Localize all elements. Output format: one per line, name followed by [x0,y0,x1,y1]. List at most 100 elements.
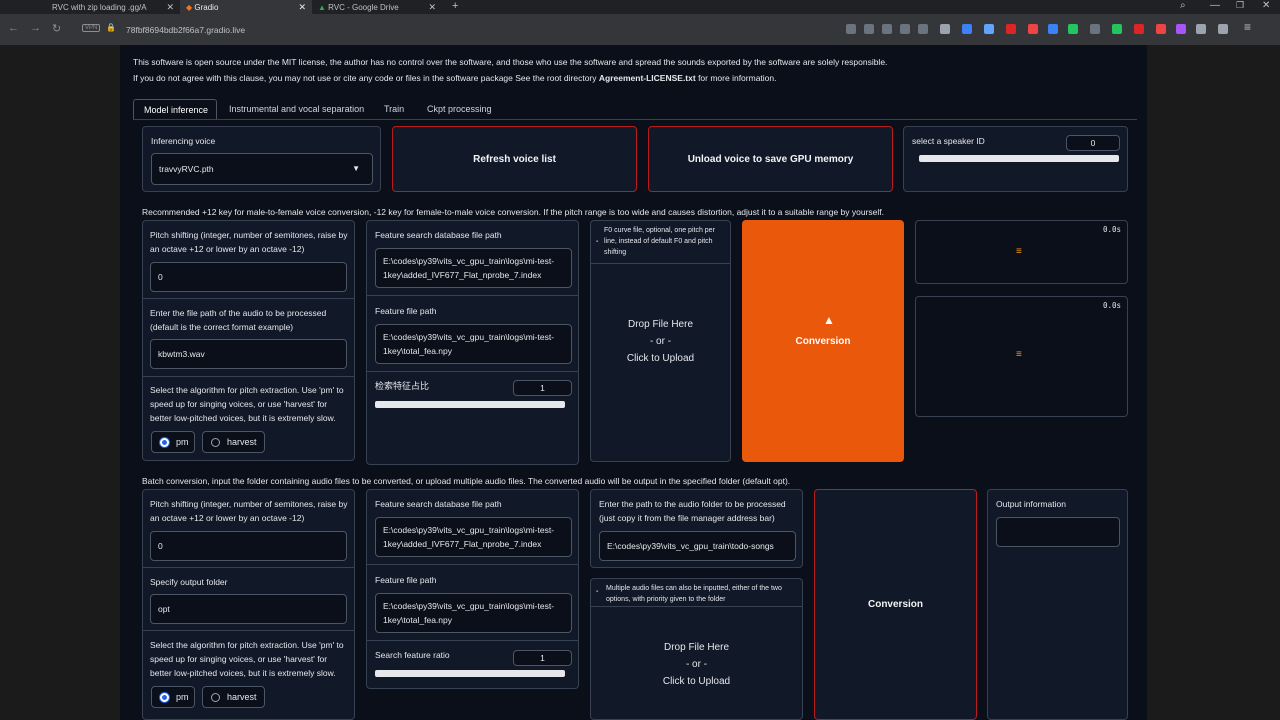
batch-radio-pm[interactable]: pm [151,686,195,708]
output-info-panel: Output information [987,489,1128,720]
share-icon[interactable] [846,24,856,34]
tab-model-inference[interactable]: Model inference [133,99,217,120]
radio-pm[interactable]: pm [151,431,195,453]
close-icon[interactable]: ✕ [298,2,306,13]
out-folder-input[interactable]: opt [150,594,347,624]
browser-tab-drive[interactable]: ▲ RVC - Google Drive ✕ [312,0,442,14]
gradio-app: This software is open source under the M… [120,45,1147,720]
browser-toolbar: ← → ↻ VPN 🔒 78fbf8694bdb2f66a7.gradio.li… [0,14,1280,45]
extension-icon[interactable] [1112,24,1122,34]
f0-dropzone[interactable]: Drop File Here - or - Click to Upload [591,316,730,367]
browser-tab-rvc-zip[interactable]: RVC with zip loading .gg/A ✕ [46,0,180,14]
ratio-number-input[interactable]: 1 [513,380,572,396]
unload-voice-button[interactable]: Unload voice to save GPU memory [648,126,893,192]
batch-index-input[interactable]: E:\codes\py39\vits_vc_gpu_train\logs\mi-… [375,517,572,557]
divider [143,376,354,377]
divider [143,298,354,299]
profile-icon[interactable] [1218,24,1228,34]
batch-pitch-input[interactable]: 0 [150,531,347,561]
speaker-number-input[interactable]: 0 [1066,135,1120,151]
extension-icon[interactable] [984,24,994,34]
search-tabs-icon[interactable]: ⌕ [1180,0,1186,11]
divider [367,295,578,296]
batch-ratio-slider[interactable] [375,670,565,677]
radio-harvest[interactable]: harvest [202,431,265,453]
divider [367,564,578,565]
radio-label: harvest [227,437,257,447]
send-icon[interactable] [900,24,910,34]
output-audio-2[interactable]: 0.0s ≡ [915,296,1128,417]
convert-button[interactable]: Conversion [742,220,904,462]
audio-path-input[interactable]: kbwtm3.wav [150,339,347,369]
batch-feature-input[interactable]: E:\codes\py39\vits_vc_gpu_train\logs\mi-… [375,593,572,633]
heart-icon[interactable] [918,24,928,34]
tab-ckpt-processing[interactable]: Ckpt processing [427,100,492,118]
batch-convert-button[interactable]: Conversion [814,489,977,720]
vpn-icon[interactable]: VPN [82,24,101,32]
f0-upload-panel[interactable]: ▪ F0 curve file, optional, one pitch per… [590,220,731,462]
page-margin-right [1147,45,1280,720]
extension-icon[interactable] [1006,24,1016,34]
voice-dropdown[interactable]: travvyRVC.pth ▼ [151,153,373,185]
batch-ratio-number-input[interactable]: 1 [513,650,572,666]
index-input[interactable]: E:\codes\py39\vits_vc_gpu_train\logs\mi-… [375,248,572,288]
extension-icon[interactable] [1134,24,1144,34]
chevron-down-icon: ▼ [352,164,360,173]
output-audio-1[interactable]: 0.0s ≡ [915,220,1128,284]
menu-icon[interactable]: ≡ [1244,20,1251,34]
output-info-textbox[interactable] [996,517,1120,547]
address-bar[interactable]: 78fbf8694bdb2f66a7.gradio.live [122,21,882,38]
tab-separation[interactable]: Instrumental and vocal separation [229,100,364,118]
download-icon[interactable] [1048,24,1058,34]
output-info-label: Output information [996,499,1066,509]
divider [143,630,354,631]
bookmark-icon[interactable] [882,24,892,34]
batch-algo-label: Select the algorithm for pitch extractio… [150,640,344,678]
feature-input[interactable]: E:\codes\py39\vits_vc_gpu_train\logs\mi-… [375,324,572,364]
extension-icon[interactable] [1028,24,1038,34]
back-icon[interactable]: ← [8,22,19,34]
ratio-slider[interactable] [375,401,565,408]
extension-icon[interactable] [1068,24,1078,34]
speaker-slider[interactable] [919,155,1119,162]
browser-tab-gradio[interactable]: ◆ Gradio ✕ [180,0,312,14]
camera-icon[interactable] [864,24,874,34]
feature-label: Feature file path [375,306,437,316]
puzzle-icon[interactable] [1196,24,1206,34]
extension-icon[interactable] [1156,24,1166,34]
radio-label: pm [176,437,189,447]
extension-icon[interactable] [1090,24,1100,34]
batch-pitch-label: Pitch shifting (integer, number of semit… [150,499,348,523]
lock-icon[interactable]: 🔒 [106,23,116,32]
batch-params-panel: Pitch shifting (integer, number of semit… [142,489,355,720]
drop-text: Drop File Here [627,319,694,330]
batch-radio-harvest[interactable]: harvest [202,686,265,708]
restore-icon[interactable]: ❐ [1236,0,1244,11]
folder-path-input[interactable]: E:\codes\py39\vits_vc_gpu_train\todo-son… [599,531,796,561]
audio-time: 0.0s [1102,225,1121,234]
pitch-label: Pitch shifting (integer, number of semit… [150,230,348,254]
pitch-input[interactable]: 0 [150,262,347,292]
out-folder-label: Specify output folder [150,577,228,587]
folder-path-label: Enter the path to the audio folder to be… [599,499,786,523]
extension-icon[interactable] [962,24,972,34]
multi-dropzone[interactable]: Drop File Here - or - Click to Upload [591,639,802,690]
batch-ratio-label: Search feature ratio [375,650,450,660]
tab-train[interactable]: Train [384,100,404,118]
forward-icon[interactable]: → [30,22,41,34]
extension-icon[interactable] [1176,24,1186,34]
license-text-end: for more information. [695,73,777,83]
new-tab-button[interactable]: + [446,0,466,14]
multi-upload-panel[interactable]: ▪ Multiple audio files can also be input… [590,578,803,720]
reload-icon[interactable]: ↻ [52,22,61,35]
divider [143,567,354,568]
close-icon[interactable]: ✕ [166,2,174,13]
folder-path-panel: Enter the path to the audio folder to be… [590,489,803,568]
close-icon[interactable]: ✕ [428,2,436,13]
license-notice-line1: This software is open source under the M… [133,57,888,67]
refresh-voice-button[interactable]: Refresh voice list [392,126,637,192]
cursor-icon: ▲ [823,313,835,327]
extension-icon[interactable] [940,24,950,34]
minimize-icon[interactable]: — [1210,0,1220,11]
window-close-icon[interactable]: ✕ [1262,0,1270,11]
